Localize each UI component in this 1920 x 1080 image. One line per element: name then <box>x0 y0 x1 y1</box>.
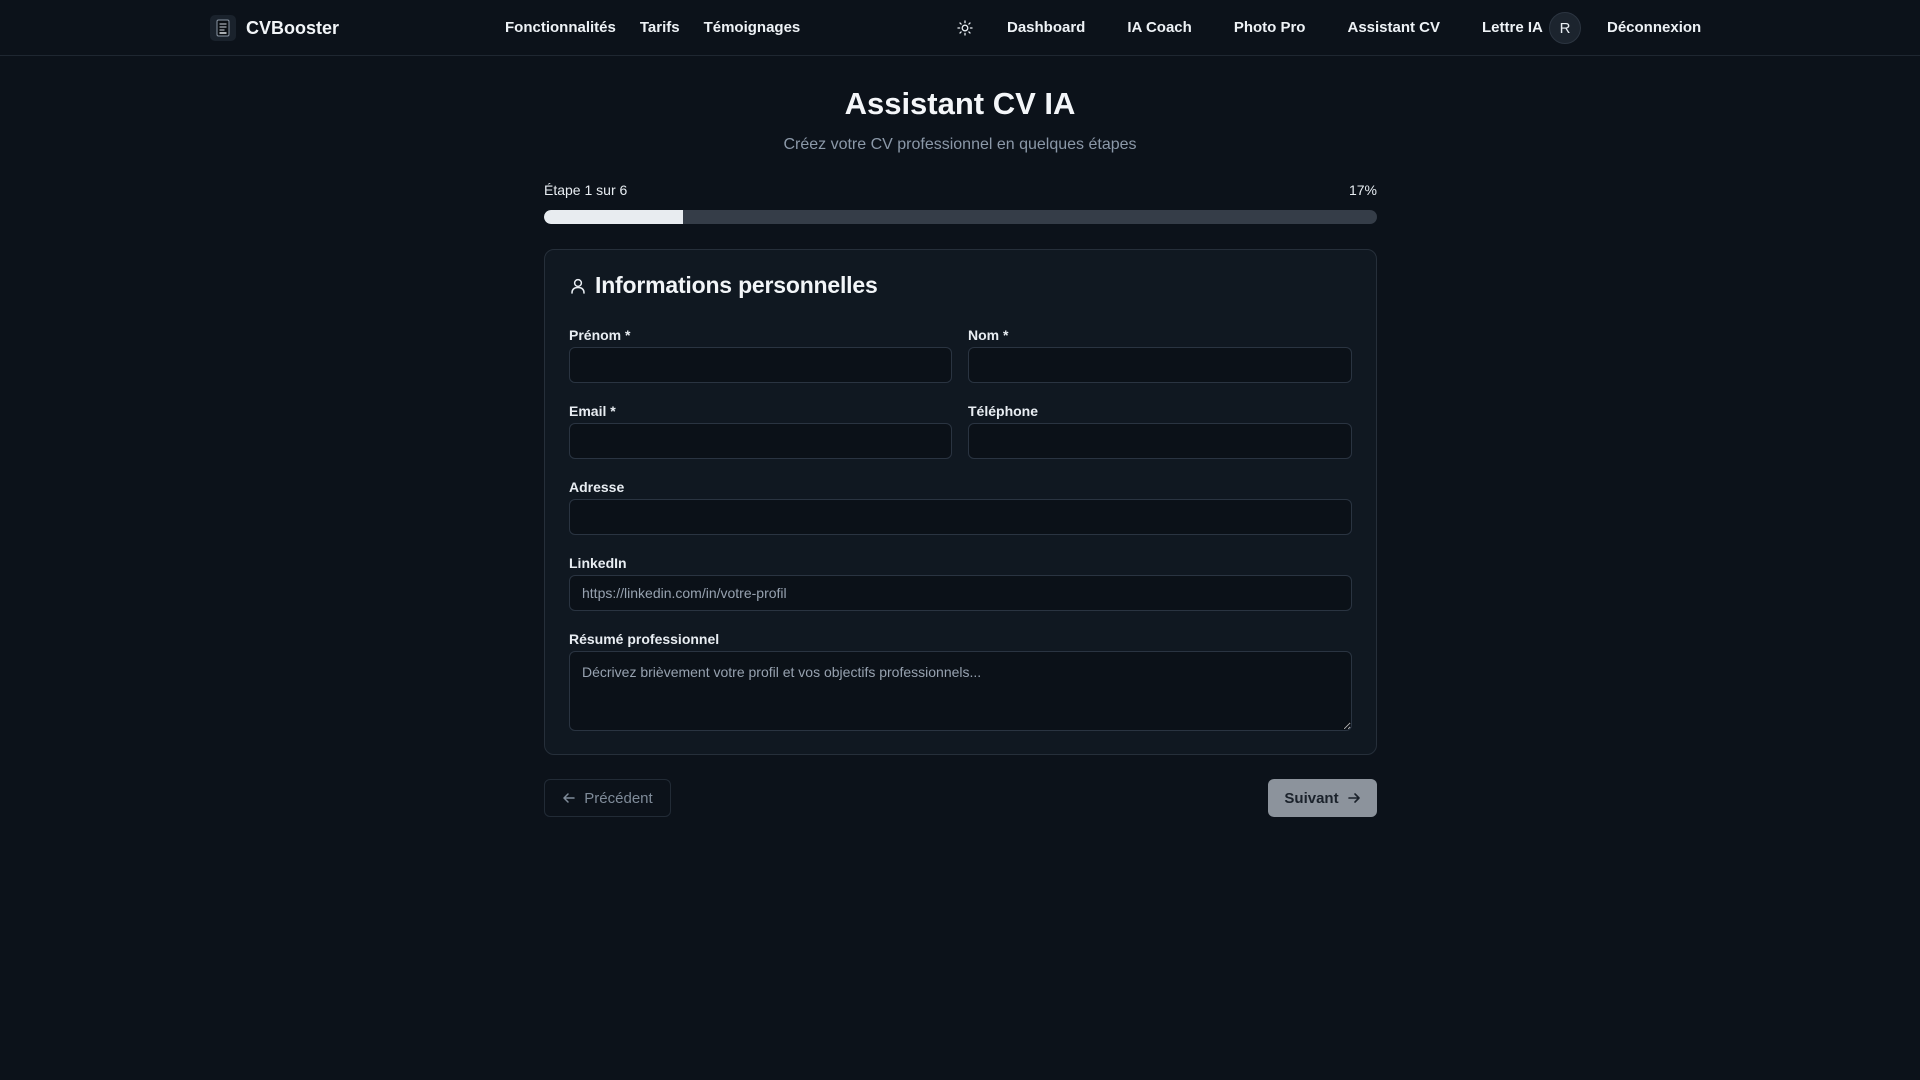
nom-label: Nom * <box>968 327 1009 343</box>
nav-left-links: Fonctionnalités Tarifs Témoignages <box>505 19 800 36</box>
linkedin-label: LinkedIn <box>569 555 627 571</box>
progress-bar <box>544 210 1377 224</box>
email-label: Email * <box>569 403 616 419</box>
prenom-input[interactable] <box>569 347 952 383</box>
nav-link-fonctionnalites[interactable]: Fonctionnalités <box>505 19 616 36</box>
nav-link-tarifs[interactable]: Tarifs <box>640 19 680 36</box>
sun-icon <box>957 20 973 36</box>
resume-label: Résumé professionnel <box>569 631 720 647</box>
top-navbar: CVBooster Fonctionnalités Tarifs Témoign… <box>0 0 1920 56</box>
telephone-label: Téléphone <box>968 403 1039 419</box>
nom-input[interactable] <box>968 347 1352 383</box>
progress-step-text: Étape 1 sur 6 <box>544 182 628 198</box>
user-icon <box>571 278 585 294</box>
page-subtitle: Créez votre CV professionnel en quelques… <box>783 136 1137 153</box>
progress-header: Étape 1 sur 6 17% <box>544 182 1377 198</box>
adresse-input[interactable] <box>569 499 1352 535</box>
email-input[interactable] <box>569 423 952 459</box>
prenom-label: Prénom * <box>569 327 631 343</box>
progress-bar-fill <box>544 210 684 224</box>
theme-toggle-button[interactable] <box>955 18 975 38</box>
page-title: Assistant CV IA <box>844 86 1076 121</box>
logout-link[interactable]: Déconnexion <box>1607 19 1701 36</box>
nav-link-dashboard[interactable]: Dashboard <box>1007 19 1085 36</box>
telephone-input[interactable] <box>968 423 1352 459</box>
brand-name: CVBooster <box>246 17 340 38</box>
previous-button-label: Précédent <box>584 789 653 807</box>
document-icon <box>210 15 236 41</box>
brand[interactable]: CVBooster <box>210 14 339 42</box>
nav-link-assistant-cv[interactable]: Assistant CV <box>1347 19 1440 36</box>
nav-right-links: Dashboard IA Coach Photo Pro Assistant C… <box>1007 19 1543 36</box>
nav-link-temoignages[interactable]: Témoignages <box>704 19 801 36</box>
next-button[interactable]: Suivant <box>1268 779 1377 817</box>
progress-percent-text: 17% <box>1348 182 1377 198</box>
adresse-label: Adresse <box>569 479 625 495</box>
previous-button[interactable]: Précédent <box>544 779 671 817</box>
avatar[interactable]: R <box>1549 12 1581 44</box>
resume-textarea[interactable] <box>569 651 1352 731</box>
linkedin-input[interactable] <box>569 575 1352 611</box>
personal-info-card: Informations personnelles Prénom * Nom *… <box>544 249 1377 755</box>
card-title: Informations personnelles <box>595 272 878 298</box>
nav-link-photo-pro[interactable]: Photo Pro <box>1234 19 1306 36</box>
arrow-left-icon <box>563 793 576 803</box>
card-header: Informations personnelles <box>569 272 878 299</box>
next-button-label: Suivant <box>1284 789 1339 807</box>
nav-link-lettre-ia[interactable]: Lettre IA <box>1482 19 1543 36</box>
arrow-right-icon <box>1347 793 1360 803</box>
nav-link-ia-coach[interactable]: IA Coach <box>1127 19 1191 36</box>
